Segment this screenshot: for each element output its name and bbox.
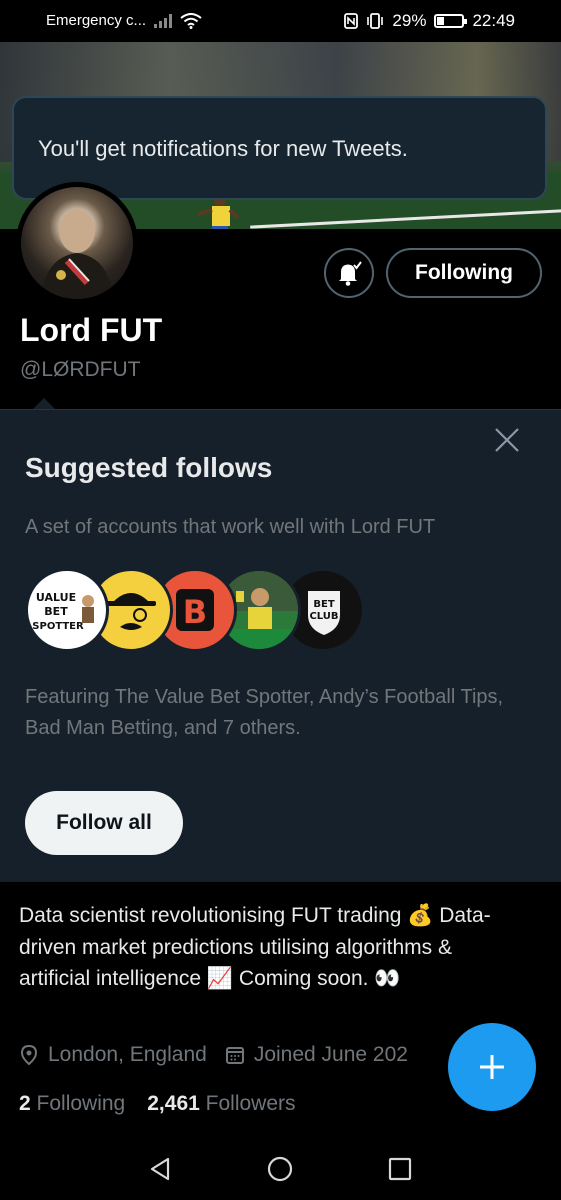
calendar-icon: [225, 1047, 244, 1064]
system-nav-bar: [0, 1138, 561, 1200]
home-button[interactable]: [266, 1155, 294, 1183]
followers-count-label: Followers: [205, 1092, 296, 1115]
bet-club-text-2: CLUB: [309, 611, 338, 622]
back-icon: [150, 1157, 170, 1181]
carrier-label: Emergency c...: [46, 12, 147, 29]
home-icon: [267, 1156, 293, 1182]
follow-all-label: Follow all: [56, 811, 152, 834]
toast-message: You'll get notifications for new Tweets.: [38, 136, 408, 161]
vibrate-icon: [367, 13, 384, 29]
following-count: 2: [19, 1092, 31, 1115]
profile-location: London, England: [48, 1043, 207, 1066]
recents-icon: [388, 1157, 412, 1181]
nfc-icon: [344, 13, 359, 29]
recents-button[interactable]: [386, 1155, 414, 1183]
battery-percent: 29%: [392, 11, 427, 30]
suggested-avatars[interactable]: UALUE BET SPOTTER B BET CLUB: [25, 568, 365, 652]
bell-check-icon: [339, 261, 362, 286]
followers-count: 2,461: [147, 1092, 200, 1115]
avatar-value-bet-spotter[interactable]: UALUE BET SPOTTER: [25, 568, 109, 652]
profile-joined: Joined June 202: [253, 1043, 408, 1066]
suggested-subtitle: A set of accounts that work well with Lo…: [25, 516, 436, 538]
value-bet-text-3: SPOTTER: [32, 621, 84, 632]
battery-icon: [434, 14, 468, 28]
wifi-icon: [180, 12, 202, 29]
following-button-label: Following: [415, 261, 513, 284]
suggested-description: Featuring The Value Bet Spotter, Andy’s …: [25, 686, 504, 739]
bet-club-text-1: BET: [313, 599, 334, 610]
value-bet-text-1: UALUE: [36, 591, 76, 604]
profile-handle: @LØRDFUT: [20, 358, 141, 381]
follow-all-button[interactable]: Follow all: [25, 791, 183, 855]
signal-icon: [154, 13, 173, 28]
value-bet-text-2: BET: [44, 605, 68, 618]
following-count-label: Following: [36, 1092, 126, 1115]
compose-tweet-button[interactable]: [448, 1023, 536, 1111]
close-icon[interactable]: [492, 425, 522, 455]
bad-man-letter: B: [183, 593, 207, 631]
suggested-title: Suggested follows: [25, 452, 273, 483]
following-button[interactable]: Following: [386, 248, 542, 298]
avatar[interactable]: [16, 182, 138, 304]
status-bar: Emergency c... 29% 22:49: [0, 0, 561, 42]
back-button[interactable]: [146, 1155, 174, 1183]
profile-bio: Data scientist revolutionising FUT tradi…: [19, 904, 491, 990]
profile-meta: London, England Joined June 202: [19, 1043, 426, 1067]
profile-counts: 2 Following 2,461 Followers: [19, 1092, 296, 1116]
compose-plus-icon: [480, 1055, 504, 1079]
notifications-bell-button[interactable]: [324, 248, 374, 298]
location-icon: [20, 1044, 38, 1066]
profile-name: Lord FUT: [20, 312, 163, 348]
panel-caret: [33, 398, 55, 409]
clock: 22:49: [472, 11, 515, 30]
following-count-link[interactable]: 2 Following: [19, 1092, 125, 1116]
avatar-portrait: [41, 209, 113, 299]
followers-count-link[interactable]: 2,461 Followers: [147, 1092, 295, 1116]
